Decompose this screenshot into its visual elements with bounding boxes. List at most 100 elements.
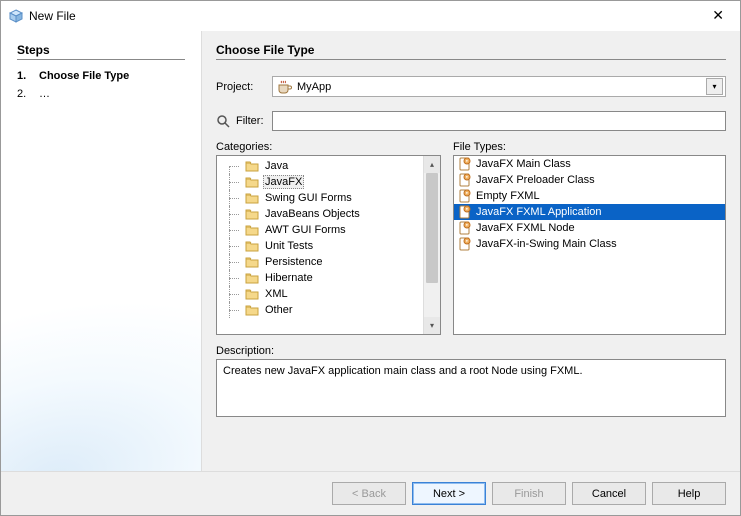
category-item[interactable]: Java bbox=[223, 158, 423, 174]
steps-list: 1. Choose File Type 2. … bbox=[17, 68, 185, 103]
window-title: New File bbox=[29, 9, 704, 23]
folder-icon bbox=[245, 240, 259, 252]
project-select[interactable]: MyApp ▾ bbox=[272, 76, 726, 97]
filetype-item[interactable]: JavaFX-in-Swing Main Class bbox=[454, 236, 725, 252]
back-button[interactable]: < Back bbox=[332, 482, 406, 505]
filetype-item[interactable]: Empty FXML bbox=[454, 188, 725, 204]
description-text: Creates new JavaFX application main clas… bbox=[223, 365, 583, 377]
file-icon bbox=[458, 173, 472, 187]
categories-listbox[interactable]: Java JavaFX Swing GUI Forms JavaBeans Objec… bbox=[216, 155, 441, 335]
scrollbar[interactable]: ▴ ▾ bbox=[423, 156, 440, 334]
category-label: Hibernate bbox=[263, 272, 315, 284]
category-item[interactable]: JavaBeans Objects bbox=[223, 206, 423, 222]
tree-connector bbox=[223, 286, 243, 302]
categories-label: Categories: bbox=[216, 141, 441, 153]
app-cube-icon bbox=[9, 9, 23, 23]
help-button[interactable]: Help bbox=[652, 482, 726, 505]
folder-icon bbox=[245, 272, 259, 284]
file-icon bbox=[458, 189, 472, 203]
tree-connector bbox=[223, 222, 243, 238]
file-icon bbox=[458, 237, 472, 251]
close-icon[interactable]: ✕ bbox=[704, 3, 732, 28]
filetype-item[interactable]: JavaFX Preloader Class bbox=[454, 172, 725, 188]
panel-heading: Choose File Type bbox=[216, 43, 726, 57]
filetypes-column: File Types: JavaFX Main Class JavaFX Prel… bbox=[453, 141, 726, 335]
folder-icon bbox=[245, 256, 259, 268]
button-bar: < Back Next > Finish Cancel Help bbox=[1, 471, 740, 515]
tree-connector bbox=[223, 174, 243, 190]
filetype-label: JavaFX FXML Application bbox=[476, 206, 602, 218]
new-file-dialog: New File ✕ Steps 1. Choose File Type 2. … bbox=[0, 0, 741, 516]
filetype-item[interactable]: JavaFX Main Class bbox=[454, 156, 725, 172]
step-choose-file-type: 1. Choose File Type bbox=[17, 68, 185, 86]
cancel-button[interactable]: Cancel bbox=[572, 482, 646, 505]
next-button[interactable]: Next > bbox=[412, 482, 486, 505]
folder-icon bbox=[245, 224, 259, 236]
category-item[interactable]: Hibernate bbox=[223, 270, 423, 286]
steps-sidebar: Steps 1. Choose File Type 2. … bbox=[1, 31, 201, 471]
category-item[interactable]: Unit Tests bbox=[223, 238, 423, 254]
filetype-item[interactable]: JavaFX FXML Node bbox=[454, 220, 725, 236]
category-label: Other bbox=[263, 304, 295, 316]
tree-connector bbox=[223, 206, 243, 222]
tree-connector bbox=[223, 254, 243, 270]
finish-button[interactable]: Finish bbox=[492, 482, 566, 505]
category-item[interactable]: XML bbox=[223, 286, 423, 302]
category-item[interactable]: AWT GUI Forms bbox=[223, 222, 423, 238]
project-row: Project: MyApp ▾ bbox=[216, 76, 726, 97]
titlebar: New File ✕ bbox=[1, 1, 740, 31]
chevron-down-icon[interactable]: ▾ bbox=[706, 78, 723, 95]
file-icon bbox=[458, 221, 472, 235]
filetype-label: JavaFX Main Class bbox=[476, 158, 571, 170]
category-item[interactable]: Persistence bbox=[223, 254, 423, 270]
category-item[interactable]: Swing GUI Forms bbox=[223, 190, 423, 206]
folder-icon bbox=[245, 176, 259, 188]
scroll-up-icon[interactable]: ▴ bbox=[424, 156, 440, 173]
filetype-label: JavaFX Preloader Class bbox=[476, 174, 595, 186]
category-item[interactable]: JavaFX bbox=[223, 174, 423, 190]
tree-connector bbox=[223, 158, 243, 174]
tree-connector bbox=[223, 302, 243, 318]
category-label: JavaFX bbox=[263, 175, 304, 189]
category-label: Java bbox=[263, 160, 290, 172]
divider bbox=[216, 59, 726, 60]
category-item[interactable]: Other bbox=[223, 302, 423, 318]
categories-column: Categories: JavaJavaFXSwing GUI FormsJav… bbox=[216, 141, 441, 335]
category-label: Persistence bbox=[263, 256, 324, 268]
folder-icon bbox=[245, 304, 259, 316]
tree-connector bbox=[223, 270, 243, 286]
category-label: Unit Tests bbox=[263, 240, 315, 252]
steps-heading: Steps bbox=[17, 43, 185, 57]
scroll-down-icon[interactable]: ▾ bbox=[424, 317, 440, 334]
category-label: XML bbox=[263, 288, 290, 300]
description-box: Creates new JavaFX application main clas… bbox=[216, 359, 726, 417]
filter-input[interactable] bbox=[272, 111, 727, 131]
folder-icon bbox=[245, 160, 259, 172]
category-label: Swing GUI Forms bbox=[263, 192, 354, 204]
filter-label: Filter: bbox=[236, 115, 264, 127]
coffee-cup-icon bbox=[277, 80, 293, 94]
filter-row: Filter: bbox=[216, 111, 726, 131]
lists-row: Categories: JavaJavaFXSwing GUI FormsJav… bbox=[216, 141, 726, 335]
project-value: MyApp bbox=[297, 81, 702, 93]
filetype-item[interactable]: JavaFX FXML Application bbox=[454, 204, 725, 220]
step-next: 2. … bbox=[17, 86, 185, 104]
filetype-label: Empty FXML bbox=[476, 190, 540, 202]
main-panel: Choose File Type Project: MyApp ▾ Filter… bbox=[201, 31, 740, 471]
category-label: JavaBeans Objects bbox=[263, 208, 362, 220]
folder-icon bbox=[245, 192, 259, 204]
scroll-track[interactable] bbox=[424, 173, 440, 317]
folder-icon bbox=[245, 288, 259, 300]
tree-connector bbox=[223, 238, 243, 254]
category-label: AWT GUI Forms bbox=[263, 224, 348, 236]
description-label: Description: bbox=[216, 345, 726, 357]
filetypes-listbox[interactable]: JavaFX Main Class JavaFX Preloader Class E… bbox=[453, 155, 726, 335]
filetype-label: JavaFX-in-Swing Main Class bbox=[476, 238, 617, 250]
divider bbox=[17, 59, 185, 60]
scroll-thumb[interactable] bbox=[426, 173, 438, 283]
folder-icon bbox=[245, 208, 259, 220]
file-icon bbox=[458, 205, 472, 219]
filetypes-label: File Types: bbox=[453, 141, 726, 153]
search-icon bbox=[216, 114, 230, 128]
file-icon bbox=[458, 157, 472, 171]
